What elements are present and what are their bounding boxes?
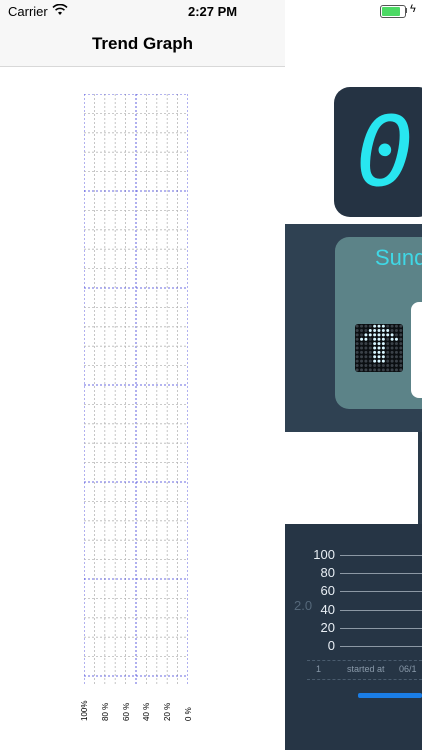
trend-graph-screen: Carrier 2:27 PM Trend Graph 100% 80 % 60 %… — [0, 0, 285, 750]
status-time: 2:27 PM — [188, 4, 238, 19]
wifi-icon — [52, 4, 68, 15]
battery-nub — [405, 8, 407, 13]
y-axis-tick-label: 100 — [313, 547, 335, 562]
row-index: 1 — [316, 664, 322, 674]
card-white-panel — [411, 302, 422, 398]
card-title: Sund — [375, 245, 422, 270]
up-arrow-icon — [355, 324, 403, 372]
preview-card-section: Sund — [285, 224, 422, 432]
y-axis-tick-label: 60 — [320, 583, 335, 599]
preview-chart-section: 100 80 60 40 20 0 2.0 1 started at 06/1 — [285, 524, 422, 750]
trend-graph-grid — [84, 94, 188, 686]
section-edge — [418, 432, 422, 524]
digital-display: 0 — [334, 87, 422, 217]
status-bar: Carrier 2:27 PM — [0, 0, 285, 22]
navigation-bar: Trend Graph — [0, 22, 285, 67]
x-axis-tick-text: 60 % — [121, 702, 131, 721]
digital-display-value: 0 — [356, 96, 414, 208]
y-axis-gridline — [340, 573, 422, 575]
session-row[interactable]: 1 started at 06/1 — [307, 660, 422, 680]
battery-icon — [380, 5, 406, 18]
page-title: Trend Graph — [91, 34, 194, 53]
carrier-label: Carrier — [8, 4, 48, 19]
y-axis-gridline — [340, 646, 422, 647]
y-axis-tick-label: 0 — [327, 638, 335, 653]
x-axis-tick-text: 100% — [80, 700, 89, 721]
x-axis-tick-text: 0 % — [184, 707, 193, 721]
x-axis-tick-label: 80 % — [101, 683, 113, 723]
x-axis-tick-label: 20 % — [163, 683, 175, 723]
trend-graph-x-axis: 100% 80 % 60 % 40 % 20 % 0 % — [70, 683, 200, 723]
preview-top-section: ϟ 0 — [285, 0, 422, 224]
x-axis-tick-text: 20 % — [163, 702, 173, 721]
app-preview-panel: ϟ 0 Sund 100 80 60 40 20 0 2.0 1 started at 0… — [285, 0, 422, 750]
preview-white-section — [285, 432, 422, 524]
y-axis-tick-label: 80 — [320, 565, 335, 581]
x-axis-tick-label: 60 % — [122, 683, 134, 723]
row-date: 06/1 — [399, 664, 417, 674]
x-axis-tick-text: 80 % — [100, 702, 110, 721]
x-axis-tick-label: 100% — [80, 683, 92, 723]
y-axis-tick-label: 20 — [320, 619, 335, 635]
y-axis-gridline — [340, 591, 422, 593]
charging-icon: ϟ — [410, 3, 416, 15]
y-axis-gridline — [340, 609, 422, 611]
progress-bar — [358, 693, 422, 698]
x-axis-tick-label: 40 % — [142, 683, 154, 723]
weather-card[interactable]: Sund — [335, 237, 422, 409]
y-axis-gridline — [340, 555, 422, 556]
x-axis-tick-text: 40 % — [142, 702, 152, 721]
row-label: started at — [347, 664, 385, 674]
ghost-value: 2.0 — [294, 598, 313, 613]
x-axis-tick-label: 0 % — [184, 683, 196, 723]
y-axis-gridline — [340, 627, 422, 629]
